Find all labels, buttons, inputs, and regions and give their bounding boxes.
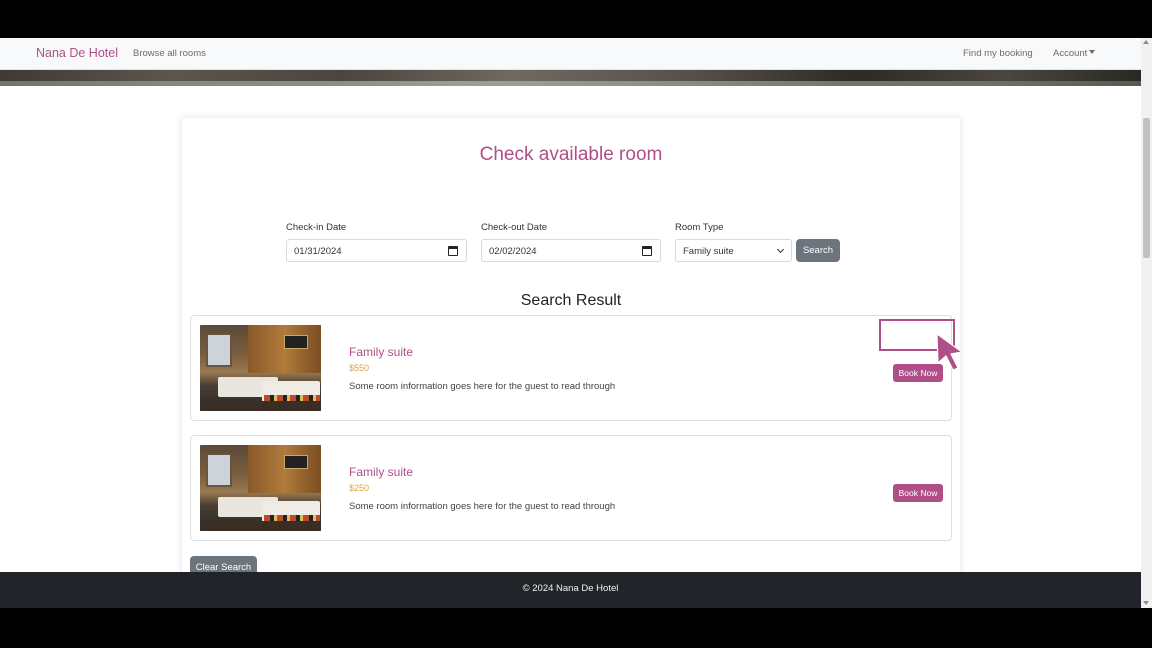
room-price: $550: [349, 363, 370, 373]
room-description: Some room information goes here for the …: [349, 501, 616, 512]
room-type-value: Family suite: [683, 246, 734, 257]
scroll-down-arrow-icon[interactable]: [1143, 601, 1149, 605]
room-result-card: Family suite $250 Some room information …: [190, 435, 952, 541]
nav-browse-rooms-link[interactable]: Browse all rooms: [133, 48, 206, 59]
room-type-select[interactable]: Family suite: [675, 239, 792, 262]
search-button[interactable]: Search: [796, 239, 840, 262]
vertical-scrollbar[interactable]: [1141, 38, 1152, 608]
chevron-down-icon: [776, 245, 785, 254]
checkin-date-input[interactable]: 01/31/2024: [286, 239, 467, 262]
page-title: Check available room: [479, 144, 663, 165]
room-price: $250: [349, 483, 370, 493]
checkout-date-input[interactable]: 02/02/2024: [481, 239, 661, 262]
checkout-label: Check-out Date: [481, 222, 548, 233]
checkin-label: Check-in Date: [286, 222, 347, 233]
room-photo: [200, 445, 321, 531]
room-result-card: Family suite $550 Some room information …: [190, 315, 952, 421]
hero-image-strip: [0, 70, 1141, 86]
scroll-up-arrow-icon[interactable]: [1143, 40, 1149, 44]
room-name: Family suite: [349, 345, 414, 359]
caret-down-icon: [1089, 50, 1096, 54]
checkin-date-value: 01/31/2024: [294, 246, 342, 257]
account-dropdown[interactable]: Account: [1053, 48, 1096, 59]
room-photo: [200, 325, 321, 411]
book-now-button[interactable]: Book Now: [893, 484, 943, 502]
account-label: Account: [1053, 48, 1088, 59]
navbar: Nana De Hotel Browse all rooms Find my b…: [0, 38, 1141, 70]
calendar-icon[interactable]: [642, 246, 652, 256]
pointer-cursor-icon: [936, 332, 964, 371]
room-description: Some room information goes here for the …: [349, 381, 616, 392]
footer-copyright: © 2024 Nana De Hotel: [522, 583, 619, 594]
checkout-date-value: 02/02/2024: [489, 246, 537, 257]
room-type-label: Room Type: [675, 222, 724, 233]
search-result-heading: Search Result: [520, 292, 622, 309]
footer: © 2024 Nana De Hotel: [0, 572, 1141, 608]
calendar-icon[interactable]: [448, 246, 458, 256]
screen: Nana De Hotel Browse all rooms Find my b…: [0, 0, 1152, 648]
brand-link[interactable]: Nana De Hotel: [36, 46, 118, 60]
nav-find-booking-link[interactable]: Find my booking: [963, 48, 1033, 59]
room-name: Family suite: [349, 465, 414, 479]
search-card: Check available room Check-in Date 01/31…: [182, 118, 960, 579]
scrollbar-thumb[interactable]: [1143, 118, 1150, 258]
browser-viewport: Nana De Hotel Browse all rooms Find my b…: [0, 38, 1141, 608]
